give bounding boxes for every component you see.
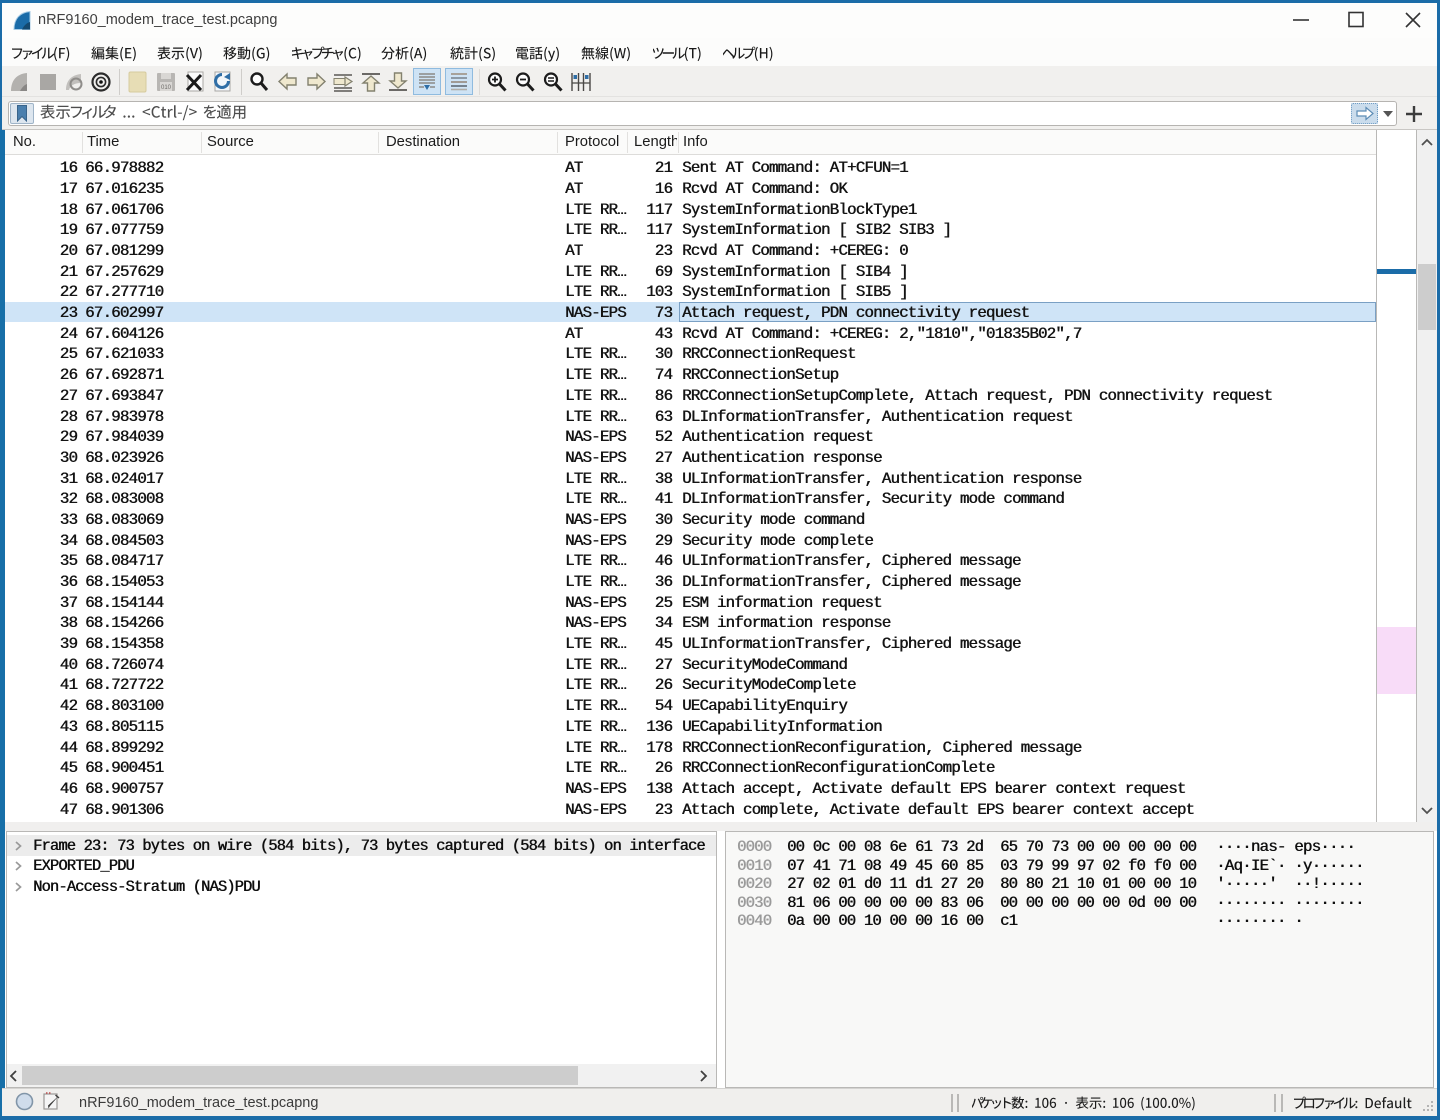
svg-text:010: 010: [161, 85, 172, 91]
